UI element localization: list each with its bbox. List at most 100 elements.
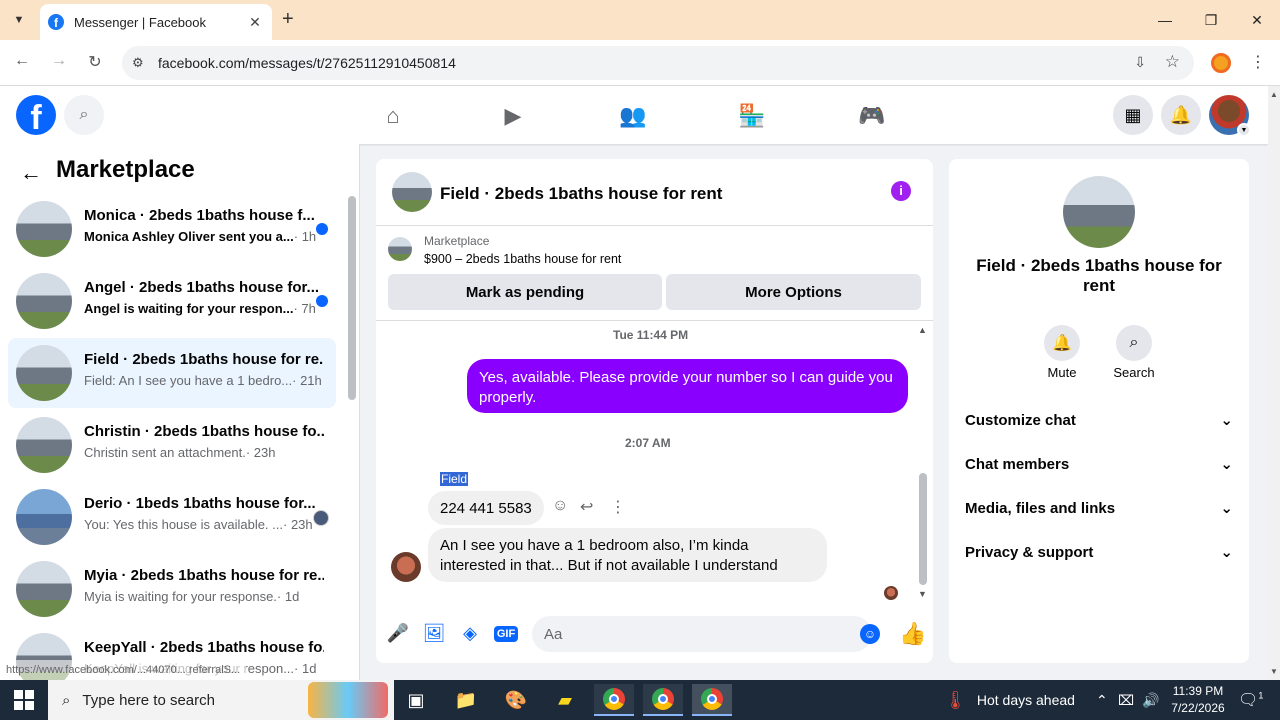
photo-icon[interactable]: 🖼 [422,623,446,644]
sticky-notes-icon[interactable]: ▰ [545,684,585,716]
timestamp: 2:07 AM [625,436,671,450]
more-actions-icon[interactable]: ⋮ [610,497,626,517]
search-icon[interactable]: ⌕ [1116,325,1152,361]
list-item[interactable]: Myia · 2beds 1baths house for re... Myia… [8,554,336,624]
reload-icon[interactable]: ↻ [83,52,107,72]
list-item[interactable]: Monica · 2beds 1baths house f... Monica … [8,194,336,264]
chevron-down-icon: ⌄ [1220,500,1233,517]
file-explorer-icon[interactable]: 📁 [446,684,486,716]
listing-title[interactable]: $900 – 2beds 1baths house for rent [424,252,621,266]
notifications-bell-icon[interactable]: 🔔 [1161,95,1201,135]
friends-icon[interactable]: 👥 [618,101,648,131]
show-hidden-icons-icon[interactable]: ⌃ [1096,692,1108,709]
mute-bell-icon[interactable]: 🔔 [1044,325,1080,361]
network-icon[interactable]: ⌧ [1118,692,1134,709]
menu-grid-icon[interactable]: ▦ [1113,95,1153,135]
gaming-icon[interactable]: 🎮 [857,101,887,131]
chat-members-section[interactable]: Chat members ⌄ [965,452,1233,476]
scroll-up-icon[interactable]: ▲ [1270,90,1278,99]
customize-chat-section[interactable]: Customize chat ⌄ [965,408,1233,432]
facebook-logo-icon[interactable]: f [16,95,56,135]
list-item[interactable]: Field · 2beds 1baths house for re... Fie… [8,338,336,408]
marketplace-icon[interactable]: 🏪 [737,101,767,131]
chevron-down-icon: ⌄ [1220,456,1233,473]
close-tab-icon[interactable]: ✕ [246,14,264,31]
message-input[interactable]: Aa [532,616,872,652]
profile-extension-icon[interactable] [1211,53,1231,73]
conversation-preview: Field: An I see you have a 1 bedro...· 2… [84,373,322,388]
chrome-active-icon[interactable] [692,684,732,716]
scroll-down-icon[interactable]: ▼ [1270,667,1278,676]
browser-tab[interactable]: f Messenger | Facebook ✕ [40,4,272,40]
listing-thumbnail [16,201,72,257]
conversation-name: Angel · 2beds 1baths house for... [84,279,320,296]
read-receipt-avatar [884,586,898,600]
list-item[interactable]: Christin · 2beds 1baths house fo... Chri… [8,410,336,480]
sidebar-scrollbar[interactable] [348,196,356,400]
list-item[interactable]: Derio · 1beds 1baths house for... You: Y… [8,482,336,552]
sticker-icon[interactable]: ◈ [458,623,482,644]
mark-as-pending-button[interactable]: Mark as pending [388,274,662,310]
install-app-icon[interactable]: ⇩ [1134,54,1146,71]
sender-name: Field [440,472,469,486]
conversation-name: Derio · 1beds 1baths house for... [84,495,316,512]
restore-icon[interactable]: ❐ [1188,0,1234,40]
windows-start-icon[interactable] [14,690,34,710]
incoming-message[interactable]: 224 441 5583 [428,491,544,525]
tab-title: Messenger | Facebook [74,14,206,30]
chat-header-thumbnail[interactable] [392,172,432,212]
info-icon[interactable]: i [891,181,911,201]
chat-title[interactable]: Field · 2beds 1baths house for rent [440,184,722,204]
chrome-icon[interactable] [643,684,683,716]
close-window-icon[interactable]: ✕ [1234,0,1280,40]
gif-icon[interactable]: GIF [494,626,518,642]
forward-icon[interactable]: → [47,52,71,70]
chevron-down-icon: ⌄ [1220,544,1233,561]
reply-icon[interactable]: ↩ [580,497,593,517]
facebook-favicon-icon: f [48,14,64,30]
emoji-icon[interactable]: ☺ [860,624,880,644]
microphone-icon[interactable]: 🎤 [386,623,410,644]
video-icon[interactable]: ▶ [498,101,528,131]
browser-toolbar: ← → ↻ ⚙ facebook.com/messages/t/27625112… [0,40,1280,86]
more-options-button[interactable]: More Options [666,274,921,310]
outgoing-message[interactable]: Yes, available. Please provide your numb… [467,359,908,413]
minimize-icon[interactable]: — [1142,0,1188,40]
scroll-up-icon[interactable]: ▲ [918,325,927,335]
browser-menu-icon[interactable]: ⋮ [1250,52,1266,72]
incoming-message[interactable]: An I see you have a 1 bedroom also, I’m … [428,528,827,582]
thumbs-up-icon[interactable]: 👍 [899,621,926,647]
scroll-down-icon[interactable]: ▼ [918,589,927,599]
volume-icon[interactable]: 🔊 [1142,692,1159,709]
taskbar-search[interactable]: ⌕ Type here to search [48,680,394,720]
new-tab-icon[interactable]: + [282,8,294,31]
listing-thumbnail [1063,176,1135,248]
address-bar[interactable]: ⚙ facebook.com/messages/t/27625112910450… [122,46,1194,80]
notification-center-icon[interactable]: 🗨1 [1238,690,1263,710]
weather-widget[interactable]: 🌡 Hot days ahead [944,680,1075,720]
paint-icon[interactable]: 🎨 [496,684,536,716]
chat-scrollbar[interactable] [919,473,927,585]
conversation-preview: Angel is waiting for your respon...· 7h [84,301,316,316]
back-arrow-icon[interactable]: ← [20,160,42,186]
search-icon[interactable]: ⌕ [64,95,104,135]
page-scrollbar[interactable]: ▲ ▼ [1268,86,1280,680]
chrome-profile-icon[interactable] [594,684,634,716]
listing-thumbnail [16,345,72,401]
privacy-support-section[interactable]: Privacy & support ⌄ [965,540,1233,564]
bookmark-star-icon[interactable]: ☆ [1165,52,1180,72]
search-label: Search [1113,365,1155,380]
site-info-icon[interactable]: ⚙ [132,55,144,71]
react-emoji-icon[interactable]: ☺ [552,497,568,515]
back-icon[interactable]: ← [10,52,34,70]
tab-search-icon[interactable]: ▼ [8,9,30,31]
task-view-icon[interactable]: ▣ [396,684,436,716]
home-icon[interactable]: ⌂ [378,101,408,131]
chevron-down-icon: ⌄ [1220,412,1233,429]
chat-panel: Field · 2beds 1baths house for rent i Ma… [376,159,933,663]
system-clock[interactable]: 11:39 PM 7/22/2026 [1168,683,1228,717]
media-files-links-section[interactable]: Media, files and links ⌄ [965,496,1233,520]
list-item[interactable]: Angel · 2beds 1baths house for... Angel … [8,266,336,336]
account-avatar[interactable]: ▼ [1209,95,1251,137]
listing-thumbnail [16,561,72,617]
